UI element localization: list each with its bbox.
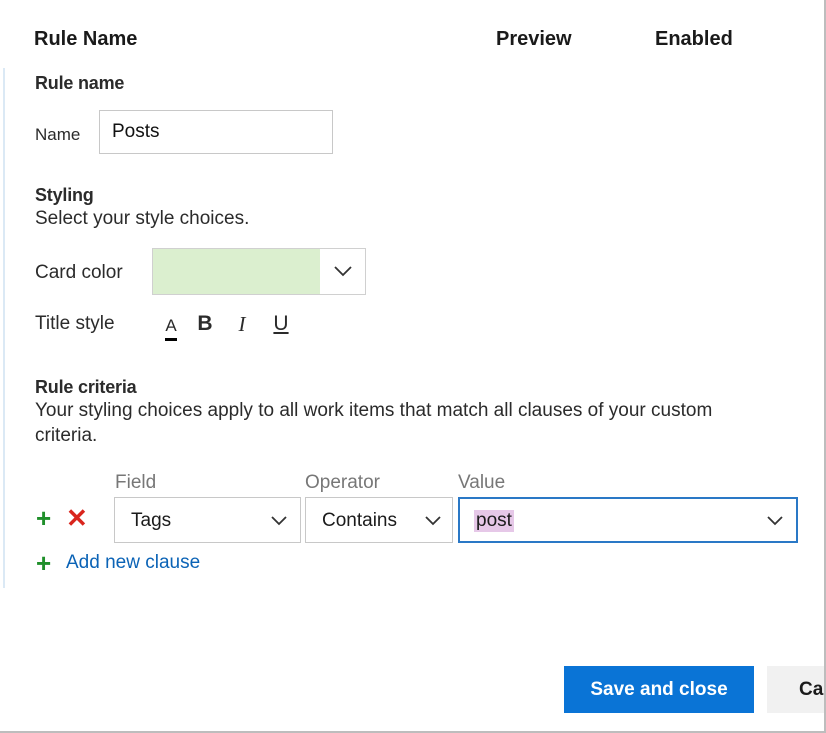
card-color-dropdown[interactable] [152, 248, 366, 295]
rule-name-section-title: Rule name [35, 73, 125, 93]
rule-name-input[interactable]: Posts [99, 110, 333, 154]
card-color-label: Card color [35, 262, 123, 283]
chevron-down-icon [767, 516, 783, 526]
field-column-label: Field [115, 472, 157, 493]
rule-criteria-description: Your styling choices apply to all work i… [35, 398, 712, 448]
rule-criteria-section-title: Rule criteria [35, 377, 137, 397]
chevron-down-icon [334, 266, 352, 277]
add-new-clause-link[interactable]: Add new clause [66, 552, 200, 574]
bold-icon: B [197, 312, 213, 335]
column-header-enabled[interactable]: Enabled [655, 28, 733, 51]
add-new-clause-icon[interactable]: + [36, 548, 51, 579]
rule-criteria-description-line2: criteria. [35, 425, 98, 446]
cancel-button[interactable]: Ca [767, 666, 824, 713]
rules-table-header: Rule Name Preview Enabled [0, 28, 800, 54]
bold-button[interactable]: B [193, 312, 217, 340]
underline-icon: U [273, 312, 289, 335]
chevron-down-icon [425, 516, 441, 526]
text-color-button[interactable]: A [159, 316, 183, 344]
remove-clause-icon[interactable]: ✕ [66, 503, 88, 534]
value-dropdown-value[interactable]: post [474, 510, 514, 532]
operator-dropdown[interactable]: Contains [305, 497, 453, 543]
field-dropdown-value: Tags [131, 510, 172, 531]
rule-criteria-description-line1: Your styling choices apply to all work i… [35, 400, 713, 421]
value-column-label: Value [458, 472, 506, 493]
save-and-close-button[interactable]: Save and close [564, 666, 754, 713]
chevron-down-icon [271, 516, 287, 526]
field-dropdown[interactable]: Tags [114, 497, 301, 543]
styling-section-title: Styling [35, 185, 94, 205]
name-label: Name [35, 125, 81, 144]
card-color-swatch [153, 249, 320, 294]
add-clause-icon[interactable]: + [36, 503, 51, 534]
italic-icon: I [238, 312, 246, 336]
operator-dropdown-value: Contains [322, 510, 397, 531]
text-color-icon: A [165, 316, 177, 341]
operator-column-label: Operator [305, 472, 380, 493]
value-dropdown[interactable]: post [458, 497, 798, 543]
title-style-label: Title style [35, 313, 115, 334]
column-header-preview[interactable]: Preview [496, 28, 572, 51]
underline-button[interactable]: U [269, 312, 293, 340]
column-header-rule-name[interactable]: Rule Name [34, 28, 137, 51]
italic-button[interactable]: I [230, 312, 254, 340]
styling-description: Select your style choices. [35, 208, 250, 229]
